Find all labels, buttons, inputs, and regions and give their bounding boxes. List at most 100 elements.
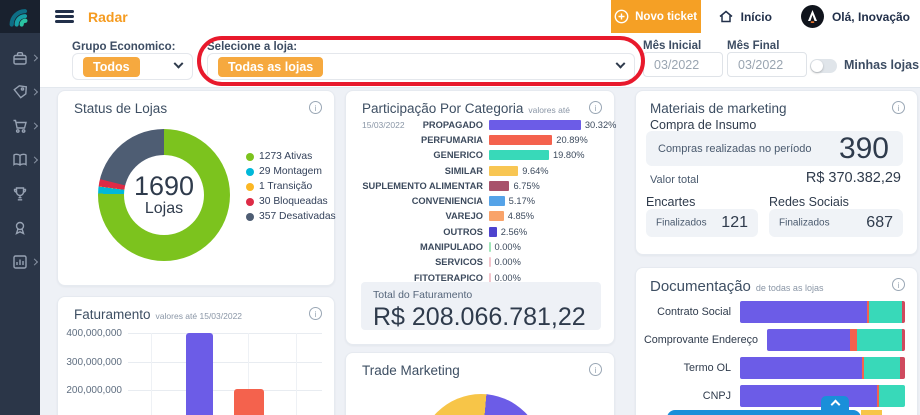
topbar: Radar Novo ticket Início Olá, Inovação xyxy=(40,0,920,33)
minhas-lojas-label: Minhas lojas xyxy=(844,58,919,72)
sidebar-item-tag[interactable] xyxy=(0,75,40,109)
info-icon[interactable] xyxy=(309,101,322,114)
legend-label: 1273 Ativas xyxy=(259,151,312,162)
bar-segment-segment_teal xyxy=(864,357,900,379)
plus-circle-icon xyxy=(614,9,629,24)
documentacao-stacked-bars: Contrato SocialComprovante EndereçoTermo… xyxy=(644,301,905,413)
cart-icon xyxy=(11,117,29,135)
trophy-icon xyxy=(11,185,29,203)
category-bar xyxy=(489,150,549,160)
documentacao-stacked-bar xyxy=(740,357,905,379)
category-bar xyxy=(489,181,509,191)
trade-marketing-pie-chart xyxy=(419,394,543,415)
documentacao-stacked-bar xyxy=(767,329,905,351)
encartes-finalizados-box: Finalizados 121 xyxy=(646,209,758,237)
tag-icon xyxy=(11,83,29,101)
category-bar-row: SIMILAR9.64% xyxy=(356,163,606,178)
documentacao-card: Documentaçãode todas as lojas Contrato S… xyxy=(635,267,918,415)
partial-bar-fragment xyxy=(861,410,882,415)
total-faturamento-value: R$ 208.066.781,22 xyxy=(373,303,589,332)
valor-total-value: R$ 370.382,29 xyxy=(806,170,901,186)
redes-finalizados-value: 687 xyxy=(866,214,893,232)
category-label: SUPLEMENTO ALIMENTAR xyxy=(356,181,489,191)
info-icon[interactable] xyxy=(309,307,322,320)
y-axis-tick-label: 300,000,000 xyxy=(66,357,122,368)
medal-icon xyxy=(11,219,29,237)
documentacao-label: Contrato Social xyxy=(644,306,740,318)
legend-label: 29 Montagem xyxy=(259,166,322,177)
chevron-right-icon xyxy=(31,156,38,163)
info-icon[interactable] xyxy=(589,363,602,376)
category-label: PERFUMARIA xyxy=(356,135,489,145)
category-label: CONVENIENCIA xyxy=(356,196,489,206)
documentacao-stacked-bar xyxy=(740,301,905,323)
status-de-lojas-card: Status de Lojas 1690 Lojas 1273 Ativas 29… xyxy=(57,90,335,286)
redes-sociais-label: Redes Sociais xyxy=(769,195,849,209)
documentacao-label: Comprovante Endereço xyxy=(644,334,767,346)
legend-item: 1273 Ativas xyxy=(246,149,336,164)
category-value: 5.17% xyxy=(509,196,535,206)
info-icon[interactable] xyxy=(589,101,602,114)
category-bar-row: OUTROS2.56% xyxy=(356,224,606,239)
app-logo[interactable] xyxy=(0,0,40,33)
category-value: 2.56% xyxy=(501,227,527,237)
sidebar-item-cart[interactable] xyxy=(0,109,40,143)
category-bar-row: PROPAGADO30.32% xyxy=(356,117,606,132)
mes-inicial-input[interactable]: 03/2022 xyxy=(643,52,723,77)
info-icon[interactable] xyxy=(892,101,905,114)
status-donut-chart: 1690 Lojas xyxy=(98,129,230,261)
compra-insumo-label: Compra de Insumo xyxy=(650,118,756,132)
compras-realizadas-value: 390 xyxy=(839,132,889,166)
legend-label: 30 Bloqueadas xyxy=(259,196,328,207)
grupo-economico-label: Grupo Economico: xyxy=(72,41,176,53)
info-icon[interactable] xyxy=(892,278,905,291)
sidebar-item-trophy[interactable] xyxy=(0,177,40,211)
category-bar xyxy=(489,211,504,221)
bar-segment-segment_teal xyxy=(869,301,902,323)
filter-bar: Grupo Economico: Todos Selecione a loja:… xyxy=(40,33,920,88)
bar-segment-segment_salmon xyxy=(850,329,857,351)
y-axis-tick-label: 400,000,000 xyxy=(66,328,122,339)
loja-label: Selecione a loja: xyxy=(207,41,297,53)
minhas-lojas-toggle[interactable] xyxy=(810,59,837,73)
category-label: SERVICOS xyxy=(356,257,489,267)
chevron-right-icon xyxy=(31,54,38,61)
card-title: Documentaçãode todas as lojas xyxy=(650,278,823,295)
greeting-text: Olá, Inovação xyxy=(832,10,910,24)
category-value: 20.89% xyxy=(556,135,588,145)
sidebar-item-medal[interactable] xyxy=(0,211,40,245)
card-subtitle: de todas as lojas xyxy=(756,283,824,293)
legend-item: 1 Transição xyxy=(246,179,336,194)
menu-toggle-button[interactable] xyxy=(55,8,74,26)
inicio-button[interactable]: Início xyxy=(701,0,789,33)
card-title: Status de Lojas xyxy=(74,101,167,116)
category-bar xyxy=(489,166,518,176)
loja-select[interactable]: Todas as lojas xyxy=(207,53,635,80)
category-bar xyxy=(489,242,491,252)
grupo-economico-select[interactable]: Todos xyxy=(72,53,193,80)
book-icon xyxy=(11,151,29,169)
bar-segment-segment_teal xyxy=(857,329,903,351)
briefcase-icon xyxy=(11,49,29,67)
category-bar xyxy=(489,120,581,130)
sidebar-item-bar-chart[interactable] xyxy=(0,245,40,279)
materiais-marketing-card: Materiais de marketing Compra de Insumo … xyxy=(635,90,918,255)
category-value: 0.00% xyxy=(495,242,521,252)
user-menu[interactable]: Olá, Inovação xyxy=(789,0,920,33)
collapse-banner-button[interactable] xyxy=(821,396,849,410)
mes-final-input[interactable]: 03/2022 xyxy=(727,52,807,77)
compras-realizadas-label: Compras realizadas no período xyxy=(658,143,811,155)
sidebar-item-book[interactable] xyxy=(0,143,40,177)
novo-ticket-button[interactable]: Novo ticket xyxy=(611,0,701,33)
bar-segment-segment_purple xyxy=(740,301,867,323)
category-bar xyxy=(489,257,491,267)
card-title: Faturamentovalores até 15/03/2022 xyxy=(74,307,242,322)
legend-dot xyxy=(246,168,254,176)
faturamento-card: Faturamentovalores até 15/03/2022 400,00… xyxy=(57,296,335,415)
category-bar-row: PERFUMARIA 20.89% xyxy=(356,132,606,147)
legend-label: 357 Desativadas xyxy=(259,211,336,222)
bar-segment-segment_red xyxy=(900,357,905,379)
legend-item: 30 Bloqueadas xyxy=(246,194,336,209)
bar-segment-segment_purple xyxy=(740,357,862,379)
sidebar-item-briefcase[interactable] xyxy=(0,41,40,75)
